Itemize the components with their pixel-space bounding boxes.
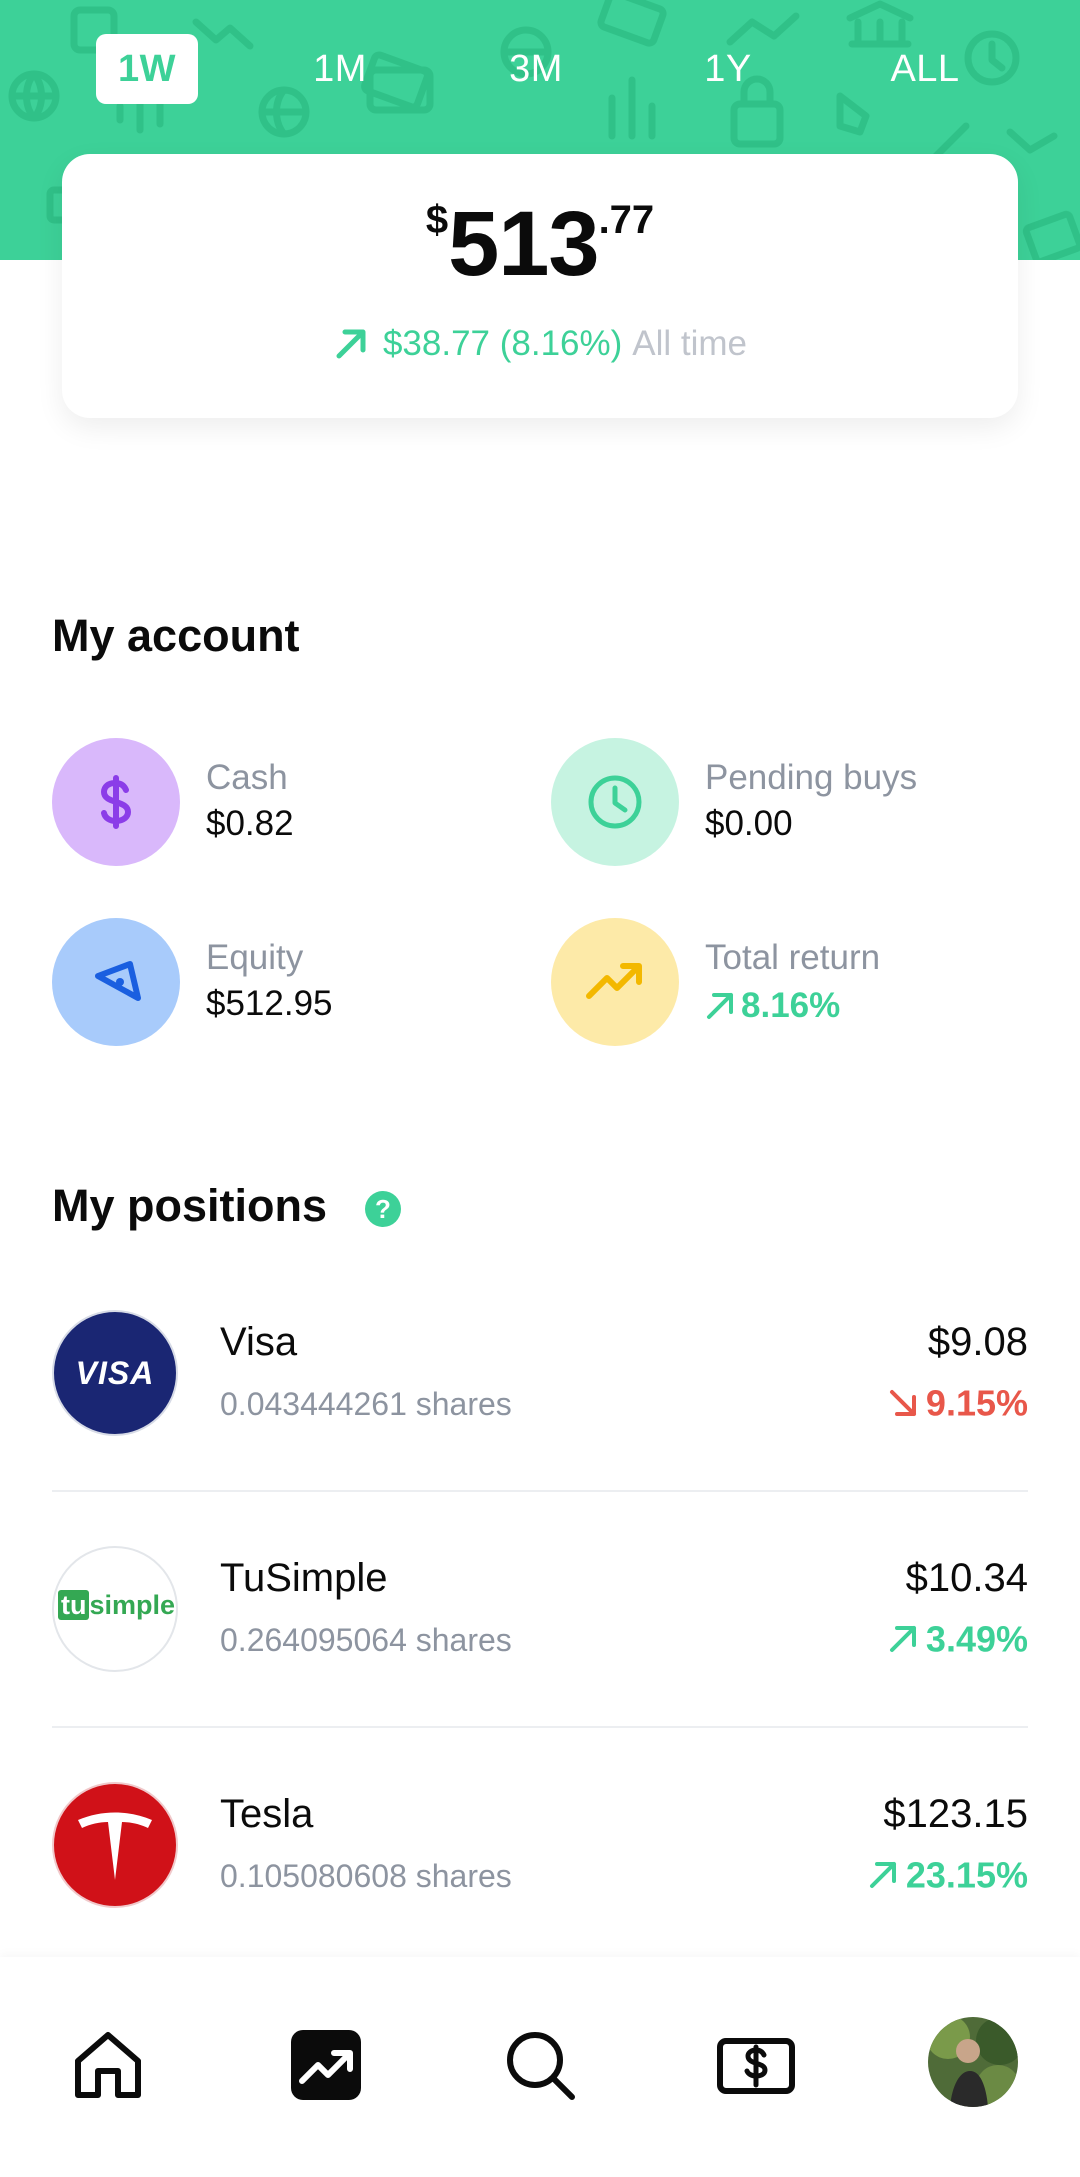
position-price: $9.08 [927, 1320, 1028, 1364]
arrow-up-right-icon [336, 329, 366, 359]
portfolio-icon[interactable] [288, 2027, 364, 2103]
dollar-icon [52, 738, 180, 866]
arrow-up-right-icon [707, 992, 733, 1019]
balance-card: $513.77 $38.77 (8.16%) All time [62, 154, 1018, 418]
cash-icon[interactable] [716, 2027, 796, 2103]
avatar-photo [928, 2017, 1018, 2107]
tusimple-logo-simple: simple [89, 1590, 176, 1620]
position-change-value: 23.15% [905, 1854, 1028, 1896]
search-icon[interactable] [502, 2027, 578, 2103]
arrow-down-right-icon [889, 1390, 916, 1417]
home-icon[interactable] [70, 2027, 146, 2103]
position-price: $123.15 [883, 1792, 1028, 1836]
stat-pending-buys[interactable]: Pending buys $0.00 [551, 738, 1011, 868]
tesla-t-icon [78, 1812, 152, 1880]
period-tab-1y[interactable]: 1Y [678, 34, 778, 104]
total-return-value: 8.16% [741, 985, 841, 1025]
period-tab-1m[interactable]: 1M [290, 34, 390, 104]
divider [52, 1726, 1028, 1728]
bottom-tab-bar [0, 1957, 1080, 2177]
position-change-value: 3.49% [925, 1618, 1028, 1660]
period-tab-3m[interactable]: 3M [486, 34, 586, 104]
position-change: 23.15% [868, 1852, 1028, 1896]
position-name: Tesla [220, 1792, 314, 1836]
position-shares: 0.105080608 shares [220, 1858, 512, 1894]
position-price: $10.34 [905, 1556, 1028, 1600]
position-row-visa[interactable]: VISA Visa 0.043444261 shares $9.08 9.15% [52, 1310, 1028, 1546]
stat-label: Total return [705, 938, 881, 977]
balance-decimal: .77 [598, 198, 655, 242]
stat-total-return[interactable]: Total return 8.16% [551, 918, 1011, 1048]
help-icon[interactable]: ? [365, 1191, 401, 1227]
stat-label: Cash [206, 758, 288, 797]
balance-integer: 513 [448, 193, 599, 295]
arrow-up-right-icon [889, 1626, 916, 1653]
stat-cash[interactable]: Cash $0.82 [52, 738, 512, 868]
stat-value: $0.00 [705, 804, 793, 843]
position-name: TuSimple [220, 1556, 388, 1600]
stat-label: Equity [206, 938, 304, 977]
stat-value: 8.16% [705, 984, 840, 1026]
my-positions-title: My positions [52, 1180, 328, 1231]
position-change: 3.49% [888, 1616, 1028, 1660]
position-shares: 0.043444261 shares [220, 1386, 512, 1422]
arrow-up-right-icon [869, 1862, 896, 1889]
tesla-logo [52, 1782, 178, 1908]
balance-gain: $38.77 (8.16%) All time [62, 322, 1018, 364]
my-account-title: My account [52, 610, 300, 661]
pie-slice-icon [52, 918, 180, 1046]
trend-up-icon [551, 918, 679, 1046]
gain-value: $38.77 (8.16%) [382, 323, 623, 363]
portfolio-balance: $513.77 [62, 192, 1018, 297]
clock-icon [551, 738, 679, 866]
stat-value: $0.82 [206, 804, 294, 843]
stat-value: $512.95 [206, 984, 333, 1023]
position-row-tusimple[interactable]: tu simple TuSimple 0.264095064 shares $10… [52, 1546, 1028, 1782]
position-shares: 0.264095064 shares [220, 1622, 512, 1658]
period-tab-1w[interactable]: 1W [96, 34, 198, 104]
visa-logo-text: VISA [75, 1355, 155, 1391]
divider [52, 1490, 1028, 1492]
position-change-value: 9.15% [925, 1382, 1028, 1424]
stat-equity[interactable]: Equity $512.95 [52, 918, 512, 1048]
stat-label: Pending buys [705, 758, 918, 797]
period-selector: 1W 1M 3M 1Y ALL [0, 34, 1080, 104]
tusimple-logo: tu simple [52, 1546, 178, 1672]
period-tab-all[interactable]: ALL [870, 34, 980, 104]
balance-currency: $ [425, 198, 449, 242]
profile-avatar[interactable] [928, 2017, 1018, 2107]
visa-logo: VISA [52, 1310, 178, 1436]
position-name: Visa [220, 1320, 298, 1364]
gain-period-label: All time [632, 323, 748, 363]
tusimple-logo-tu: tu [58, 1590, 90, 1620]
position-change: 9.15% [888, 1380, 1028, 1424]
